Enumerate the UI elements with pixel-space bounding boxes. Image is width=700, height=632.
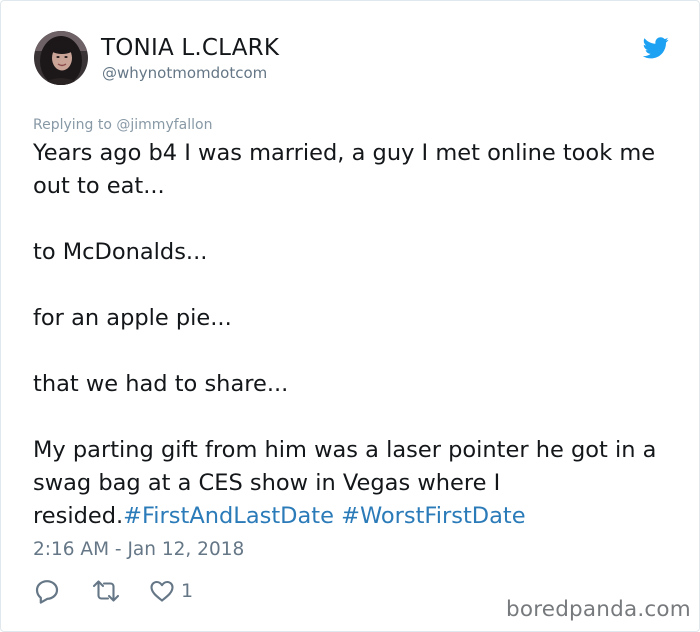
like-button[interactable]: 1 — [149, 579, 193, 603]
watermark: boredpanda.com — [506, 597, 691, 622]
tweet-paragraph-last: My parting gift from him was a laser poi… — [33, 434, 673, 533]
heart-icon — [150, 580, 174, 602]
author-handle[interactable]: @whynotmomdotcom — [102, 64, 267, 82]
reply-button[interactable] — [34, 578, 60, 604]
user-avatar-photo — [34, 31, 88, 85]
twitter-bird-icon[interactable] — [642, 37, 669, 59]
tweet-paragraph: for an apple pie... — [33, 305, 232, 331]
reply-icon — [35, 580, 59, 604]
hashtag-link[interactable]: #WorstFirstDate — [341, 503, 525, 529]
action-bar: 1 — [34, 577, 193, 605]
author-name[interactable]: TONIA L.CLARK — [101, 35, 279, 61]
hashtag-link[interactable]: #FirstAndLastDate — [123, 503, 334, 529]
avatar[interactable] — [34, 31, 88, 85]
replying-to: Replying to @jimmyfallon — [33, 117, 212, 133]
tweet-paragraph: Years ago b4 I was married, a guy I met … — [33, 140, 656, 199]
retweet-button[interactable] — [91, 579, 121, 603]
like-count: 1 — [181, 580, 194, 602]
retweet-icon — [92, 580, 120, 602]
tweet-text: Years ago b4 I was married, a guy I met … — [33, 137, 673, 533]
tweet-paragraph: that we had to share... — [33, 371, 289, 397]
tweet-paragraph: to McDonalds... — [33, 239, 208, 265]
timestamp[interactable]: 2:16 AM - Jan 12, 2018 — [33, 539, 244, 560]
replying-mention[interactable]: @jimmyfallon — [116, 117, 212, 133]
tweet-card: TONIA L.CLARK @whynotmomdotcom Replying … — [0, 0, 700, 632]
replying-prefix: Replying to — [33, 117, 117, 133]
